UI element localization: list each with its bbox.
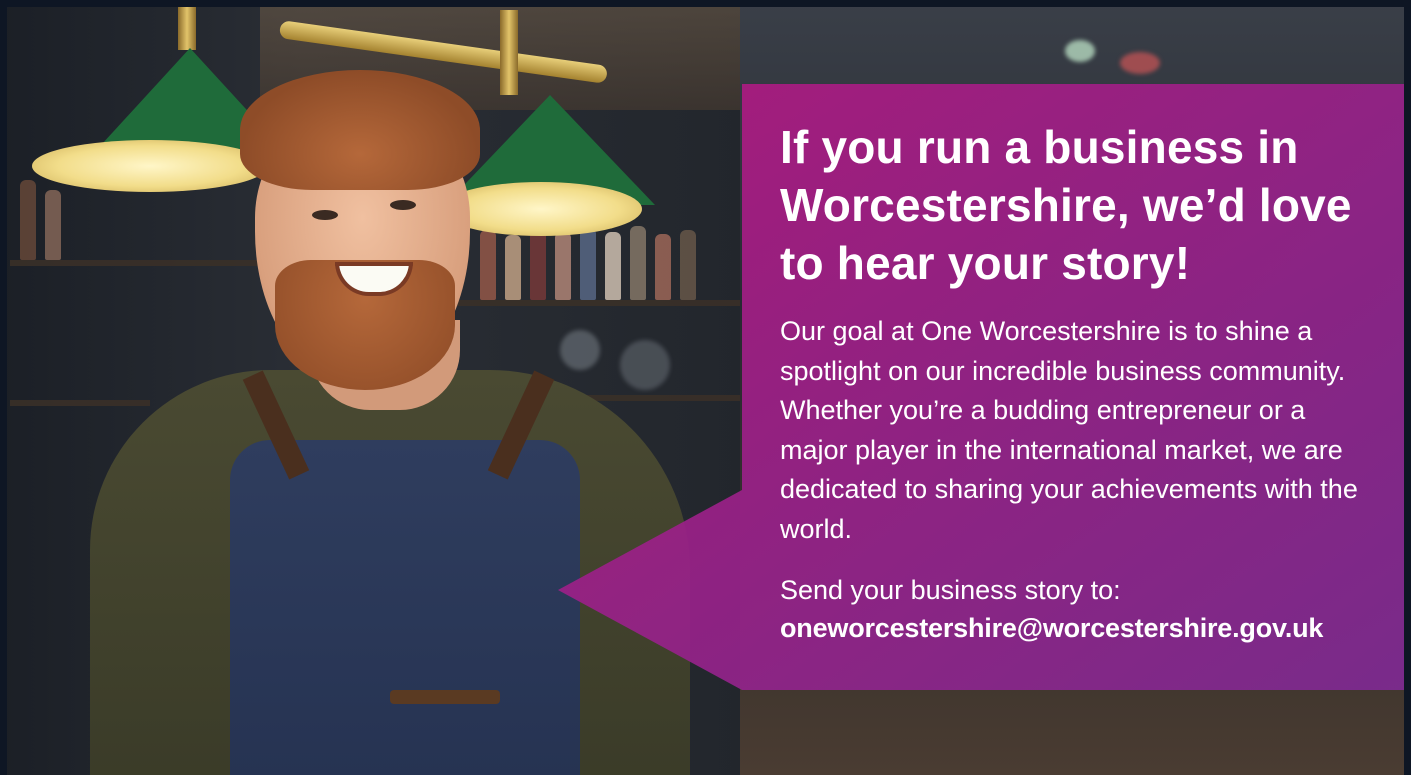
bubble-text-block: If you run a business in Worcestershire,…: [780, 118, 1380, 647]
body-paragraph: Our goal at One Worcestershire is to shi…: [780, 316, 1358, 544]
promo-banner: If you run a business in Worcestershire,…: [0, 0, 1411, 775]
headline: If you run a business in Worcestershire,…: [780, 121, 1352, 289]
email-link[interactable]: oneworcestershire@worcestershire.gov.uk: [780, 609, 1380, 647]
send-story-label: Send your business story to:: [780, 575, 1121, 605]
